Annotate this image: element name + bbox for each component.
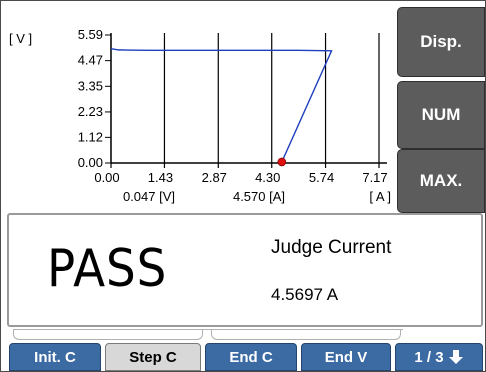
x-tick-label: 2.87 <box>202 170 227 185</box>
max-button[interactable]: MAX. <box>397 149 485 213</box>
cursor-voltage-readout: 0.047 [V] <box>123 189 175 204</box>
cursor-marker <box>277 157 287 167</box>
judge-result-panel: PASS Judge Current 4.5697 A <box>7 213 483 327</box>
x-tick-label: 5.74 <box>309 170 334 185</box>
step-c-button[interactable]: Step C <box>105 343 201 371</box>
cursor-current-readout: 4.570 [A] <box>233 189 285 204</box>
judge-title: Judge Current <box>271 237 392 258</box>
judge-value: 4.5697 A <box>271 285 339 304</box>
y-axis-unit: [ V ] <box>9 31 32 46</box>
y-tick-label: 1.12 <box>78 129 103 144</box>
disp-button[interactable]: Disp. <box>397 7 485 77</box>
init-c-button[interactable]: Init. C <box>9 343 101 371</box>
y-tick-label: 5.59 <box>78 27 103 42</box>
end-c-button[interactable]: End C <box>205 343 297 371</box>
y-tick-label: 3.35 <box>78 78 103 93</box>
instrument-screen: [ V ] [ A ] 0.00 1.12 2.23 3.35 4.47 5.59 0.00 1.… <box>0 0 486 372</box>
page-indicator: 1 / 3 <box>414 348 444 366</box>
tab-strip-segment <box>211 330 401 340</box>
y-tick-label: 2.23 <box>78 104 103 119</box>
tab-strip-divider <box>13 329 403 340</box>
tab-strip-segment <box>13 330 203 340</box>
iv-trace-line <box>110 48 333 163</box>
iv-graph-panel: [ V ] [ A ] 0.00 1.12 2.23 3.35 4.47 5.59 0.00 1.… <box>3 3 395 209</box>
iv-graph: [ V ] [ A ] 0.00 1.12 2.23 3.35 4.47 5.59 0.00 1.… <box>9 27 391 204</box>
x-tick-label: 7.17 <box>362 170 387 185</box>
pass-status: PASS <box>47 239 168 299</box>
x-tick-label: 4.30 <box>255 170 280 185</box>
y-tick-label: 0.00 <box>78 155 103 170</box>
x-tick-label: 0.00 <box>94 170 119 185</box>
x-tick-label: 1.43 <box>148 170 173 185</box>
x-axis-unit: [ A ] <box>369 189 391 204</box>
page-button[interactable]: 1 / 3 <box>395 343 483 371</box>
num-button[interactable]: NUM <box>397 81 485 149</box>
end-v-button[interactable]: End V <box>301 343 391 371</box>
arrow-down-icon <box>448 350 463 364</box>
y-tick-label: 4.47 <box>78 53 103 68</box>
